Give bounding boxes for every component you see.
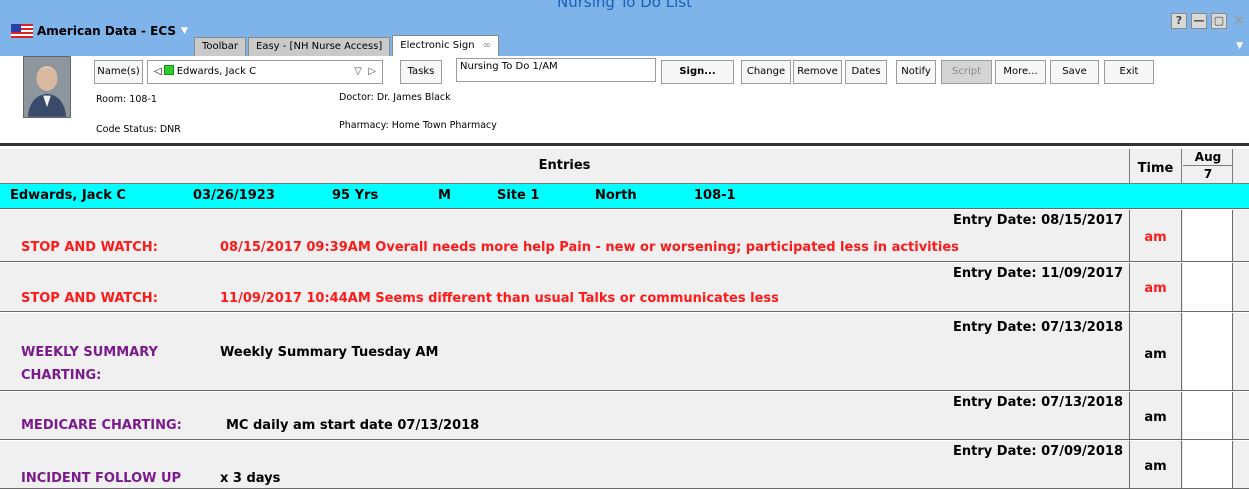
table-row[interactable]: Entry Date: 07/09/2018 INCIDENT FOLLOW U…: [0, 441, 1249, 489]
entry-date-cell[interactable]: [1183, 313, 1233, 390]
entry-date-cell[interactable]: [1183, 441, 1233, 488]
entry-category: INCIDENT FOLLOW UP: [21, 471, 182, 486]
entry-text: x 3 days: [220, 471, 281, 486]
patient-row[interactable]: Edwards, Jack C 03/26/1923 95 Yrs M Site…: [0, 184, 1249, 209]
entry-text: Weekly Summary Tuesday AM: [220, 345, 439, 360]
patient-sex: M: [438, 188, 451, 203]
save-button[interactable]: Save: [1050, 60, 1099, 84]
entry-time: am: [1130, 392, 1182, 439]
date-month: Aug: [1183, 150, 1233, 166]
window-caption: Nursing To Do List: [557, 0, 692, 11]
entry-category-line1: WEEKLY SUMMARY: [21, 345, 158, 360]
sign-button[interactable]: Sign...: [661, 60, 734, 84]
entry-date-cell[interactable]: [1183, 263, 1233, 311]
title-bar: Nursing To Do List American Data - ECS ▼…: [0, 0, 1249, 56]
entry-category: STOP AND WATCH:: [21, 240, 158, 255]
entry-date: Entry Date: 07/13/2018: [953, 395, 1123, 410]
patient-name: Edwards, Jack C: [10, 188, 126, 203]
script-button[interactable]: Script: [941, 60, 992, 84]
status-indicator-icon: [163, 65, 174, 75]
entry-time: am: [1130, 210, 1182, 261]
entry-text: 11/09/2017 10:44AM Seems different than …: [220, 291, 779, 306]
dropdown-arrow-icon[interactable]: ▽: [354, 66, 362, 77]
help-icon[interactable]: ?: [1171, 13, 1187, 29]
minimize-icon[interactable]: —: [1191, 13, 1207, 29]
entry-time: am: [1130, 263, 1182, 311]
patient-room: 108-1: [694, 188, 736, 203]
tab-label: Electronic Sign: [400, 40, 475, 51]
entry-time: am: [1130, 313, 1182, 390]
room-label: Room: 108-1: [96, 94, 157, 105]
patient-selector[interactable]: ◁ Edwards, Jack C ▽ ▷: [147, 60, 383, 84]
chevron-left-icon[interactable]: ◁: [154, 66, 162, 77]
expand-chevron-icon[interactable]: ▼: [1236, 41, 1243, 51]
entry-time: am: [1130, 441, 1182, 488]
entry-date: Entry Date: 07/09/2018: [953, 444, 1123, 459]
toolbar-area: Name(s) ◁ Edwards, Jack C ▽ ▷ Tasks Nursi…: [0, 56, 1249, 146]
patient-age: 95 Yrs: [332, 188, 379, 203]
date-day: 7: [1203, 167, 1213, 181]
entry-text: 08/15/2017 09:39AM Overall needs more he…: [220, 240, 959, 255]
entry-category: MEDICARE CHARTING:: [21, 418, 182, 433]
table-row[interactable]: Entry Date: 08/15/2017 STOP AND WATCH: 0…: [0, 210, 1249, 262]
tab-electronic-sign[interactable]: Electronic Sign ∞: [392, 35, 499, 56]
task-field[interactable]: Nursing To Do 1/AM: [456, 58, 656, 82]
dates-button[interactable]: Dates: [845, 60, 887, 84]
app-menu[interactable]: American Data - ECS ▼: [11, 21, 188, 41]
pharmacy-label: Pharmacy: Home Town Pharmacy: [339, 120, 497, 131]
tab-close-icon[interactable]: ∞: [483, 40, 491, 51]
entry-date: Entry Date: 08/15/2017: [953, 213, 1123, 228]
notify-button[interactable]: Notify: [896, 60, 936, 84]
close-icon[interactable]: ✕: [1231, 13, 1247, 29]
chevron-right-icon[interactable]: ▷: [368, 66, 376, 77]
change-button[interactable]: Change: [741, 60, 791, 84]
time-column-header[interactable]: Time: [1130, 149, 1182, 184]
more-button[interactable]: More...: [995, 60, 1046, 84]
entry-date-cell[interactable]: [1183, 392, 1233, 439]
grid-header: Entries Time Aug 7: [0, 149, 1249, 184]
app-name-label: American Data - ECS: [37, 24, 176, 38]
table-row[interactable]: Entry Date: 07/13/2018 MEDICARE CHARTING…: [0, 392, 1249, 440]
entry-date-cell[interactable]: [1183, 210, 1233, 261]
table-row[interactable]: Entry Date: 07/13/2018 WEEKLY SUMMARY CH…: [0, 313, 1249, 391]
code-status-label: Code Status: DNR: [96, 124, 181, 135]
entry-category: STOP AND WATCH:: [21, 291, 158, 306]
flag-logo-icon: [11, 24, 33, 38]
patient-select-value: Edwards, Jack C: [176, 66, 257, 77]
remove-button[interactable]: Remove: [793, 60, 842, 84]
entry-category-line2: CHARTING:: [21, 368, 102, 383]
entry-date: Entry Date: 11/09/2017: [953, 266, 1123, 281]
tasks-button[interactable]: Tasks: [400, 60, 442, 84]
date-column-header[interactable]: Aug 7: [1183, 149, 1233, 184]
doctor-label: Doctor: Dr. James Black: [339, 92, 451, 103]
exit-button[interactable]: Exit: [1104, 60, 1154, 84]
tab-toolbar[interactable]: Toolbar: [194, 37, 247, 56]
table-row[interactable]: Entry Date: 11/09/2017 STOP AND WATCH: 1…: [0, 263, 1249, 312]
patient-site: Site 1: [497, 188, 540, 203]
tab-strip: Toolbar Easy - [NH Nurse Access] Electro…: [194, 35, 501, 56]
chevron-down-icon[interactable]: ▼: [181, 26, 188, 36]
patient-dob: 03/26/1923: [193, 188, 275, 203]
entry-text: MC daily am start date 07/13/2018: [226, 418, 480, 433]
patient-photo: [23, 56, 71, 118]
patient-wing: North: [595, 188, 637, 203]
entry-date: Entry Date: 07/13/2018: [953, 320, 1123, 335]
tab-easy-nh-nurse-access[interactable]: Easy - [NH Nurse Access]: [248, 37, 391, 56]
maximize-icon[interactable]: ▢: [1211, 13, 1227, 29]
names-button[interactable]: Name(s): [94, 60, 143, 84]
entries-column-header[interactable]: Entries: [0, 149, 1130, 184]
